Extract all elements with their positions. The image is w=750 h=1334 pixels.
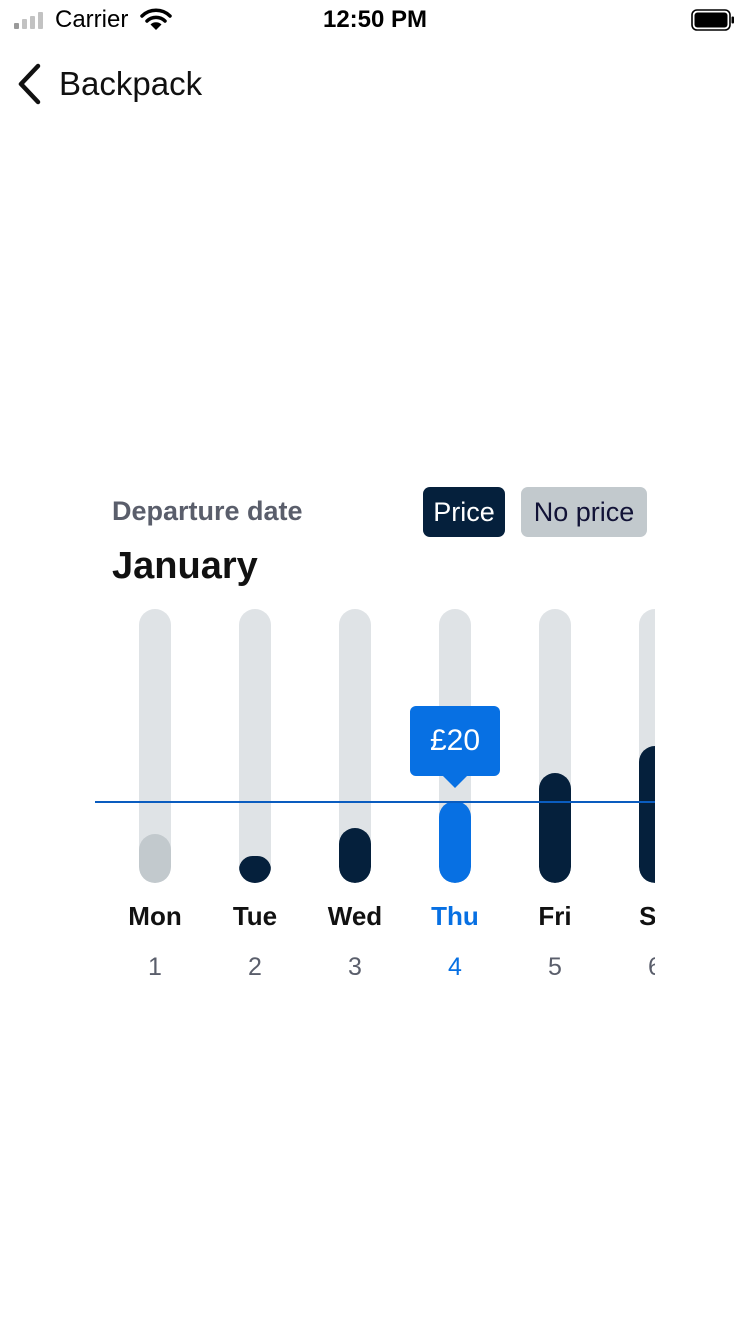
day-label: Tue [232, 901, 278, 931]
status-time: 12:50 PM [322, 6, 428, 33]
day-label: Wed [327, 901, 383, 931]
day-column[interactable]: Tue 2 [205, 600, 305, 1000]
bar-track [539, 609, 571, 883]
back-label: Backpack [59, 65, 203, 102]
calendar-chart: Mon 1 Tue 2 Wed 3 Thu 4 Fri 5 Sa 6 [95, 600, 655, 1000]
price-bar [239, 856, 271, 883]
bar-track [139, 609, 171, 883]
status-bar: Carrier 12:50 PM [0, 0, 750, 40]
no-price-button[interactable]: No price [521, 487, 647, 537]
price-bar [339, 828, 371, 883]
price-button[interactable]: Price [423, 487, 505, 537]
bar-track [239, 609, 271, 883]
price-bar [439, 801, 471, 883]
bar-track [639, 609, 655, 883]
price-tooltip: £20 [410, 706, 500, 788]
date-label: 1 [148, 953, 162, 981]
section-title: Departure date [112, 496, 303, 526]
day-column[interactable]: Sa 6 [605, 600, 655, 1000]
day-column[interactable]: Wed 3 [305, 600, 405, 1000]
day-column[interactable]: Thu 4 [405, 600, 505, 1000]
date-label: 5 [548, 953, 562, 981]
battery-icon [691, 9, 734, 31]
date-label: 6 [605, 953, 655, 982]
price-bar [639, 746, 655, 883]
price-bar [539, 773, 571, 883]
day-label: Thu [431, 901, 479, 931]
day-label: Fri [538, 901, 572, 931]
back-button[interactable]: Backpack [14, 60, 202, 108]
day-label: Sa [639, 901, 655, 931]
bar-track [339, 609, 371, 883]
date-label: 3 [348, 953, 362, 981]
month-title: January [112, 545, 258, 587]
day-label: Mon [128, 901, 182, 931]
day-column[interactable]: Mon 1 [105, 600, 205, 1000]
date-label: 2 [248, 953, 262, 981]
date-label: 4 [448, 953, 462, 981]
chevron-left-icon [18, 63, 41, 105]
reference-line [95, 801, 655, 803]
price-bar [139, 834, 171, 883]
day-column[interactable]: Fri 5 [505, 600, 605, 1000]
